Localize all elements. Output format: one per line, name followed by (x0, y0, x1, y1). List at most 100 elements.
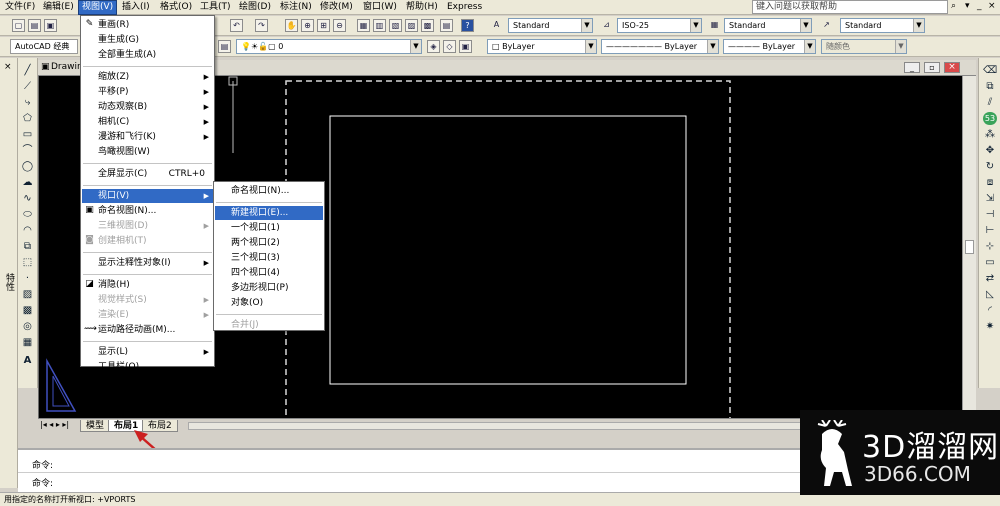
menu-insert[interactable]: 插入(I) (119, 1, 153, 14)
zoom-window-icon[interactable]: ⊞ (317, 19, 330, 32)
mirror-icon[interactable]: ⫽ (983, 96, 997, 109)
tool-palettes-icon[interactable]: ▧ (389, 19, 402, 32)
color-select[interactable]: □ ByLayer ▼ (487, 39, 597, 54)
plot-style-select[interactable]: 随颜色 ▼ (821, 39, 907, 54)
calculator-icon[interactable]: ▤ (440, 19, 453, 32)
break-icon[interactable]: ▭ (983, 256, 997, 269)
view-menu-item[interactable]: 动态观察(B) ▶ (82, 100, 213, 114)
scale-icon[interactable]: ⧈ (983, 176, 997, 189)
region-icon[interactable]: ◎ (21, 320, 34, 333)
ellipse-arc-icon[interactable]: ◠ (21, 224, 34, 237)
layer-manager-icon[interactable]: ▤ (218, 40, 231, 53)
minimize-icon[interactable]: _ (904, 62, 920, 73)
layer-previous-icon[interactable]: ◇ (443, 40, 456, 53)
chevron-down-icon[interactable]: ▼ (581, 19, 592, 32)
view-menu-item[interactable]: 缩放(Z) ▶ (82, 70, 213, 84)
close-icon[interactable]: × (944, 62, 960, 73)
workspace-select[interactable]: AutoCAD 经典 (10, 39, 78, 54)
scroll-thumb[interactable] (965, 240, 974, 254)
redo-icon[interactable]: ↷ (255, 19, 268, 32)
mleader-style-select[interactable]: Standard ▼ (840, 18, 925, 33)
trim-icon[interactable]: ⊣ (983, 208, 997, 221)
chevron-down-icon[interactable]: ▼ (913, 19, 924, 32)
panel-close-icon[interactable]: × (4, 62, 12, 72)
chevron-down-icon[interactable]: ▼ (690, 19, 701, 32)
view-menu-item[interactable]: 平移(P) ▶ (82, 85, 213, 99)
stretch-icon[interactable]: ⇲ (983, 192, 997, 205)
fillet-icon[interactable]: ◜ (983, 304, 997, 317)
revision-cloud-icon[interactable]: ☁ (21, 176, 34, 189)
menu-view[interactable]: 视图(V) (77, 0, 118, 15)
table-icon[interactable]: ▦ (21, 336, 34, 349)
menu-dimension[interactable]: 标注(N) (277, 1, 315, 14)
minimize-icon[interactable]: _ (977, 1, 982, 11)
view-menu-item[interactable]: 漫游和飞行(K) ▶ (82, 130, 213, 144)
vertical-scrollbar[interactable] (962, 76, 976, 421)
polyline-icon[interactable]: ⤷ (21, 96, 34, 109)
help-icon[interactable]: ? (461, 19, 474, 32)
polygon-icon[interactable]: ⬠ (21, 112, 34, 125)
layer-select[interactable]: 💡☀🔓▢ 0 ▼ (236, 39, 422, 54)
viewport-submenu-item[interactable]: 四个视口(4) (215, 266, 323, 280)
viewport-submenu-item[interactable]: 一个视口(1) (215, 221, 323, 235)
make-block-icon[interactable]: ⬚ (21, 256, 34, 269)
ellipse-icon[interactable]: ⬭ (21, 208, 34, 221)
layer-states-icon[interactable]: ▣ (459, 40, 472, 53)
explode-icon[interactable]: ✷ (983, 320, 997, 333)
tab-model[interactable]: 模型 (80, 420, 111, 432)
move-icon[interactable]: ✥ (983, 144, 997, 157)
view-menu-item[interactable]: ✎ 重画(R) (82, 18, 213, 32)
arc-icon[interactable]: ⌒ (21, 144, 34, 157)
table-style-select[interactable]: Standard ▼ (724, 18, 812, 33)
menu-edit[interactable]: 编辑(E) (40, 1, 77, 14)
insert-block-icon[interactable]: ⧉ (21, 240, 34, 253)
pan-icon[interactable]: ✋ (285, 19, 298, 32)
menu-help[interactable]: 帮助(H) (403, 1, 441, 14)
hatch-icon[interactable]: ▨ (21, 288, 34, 301)
menu-tools[interactable]: 工具(T) (197, 1, 234, 14)
view-menu-item[interactable]: ⟿ 运动路径动画(M)... (82, 323, 213, 337)
view-menu-item[interactable]: ▣ 命名视图(N)... (82, 204, 213, 218)
chevron-down-icon[interactable]: ▼ (800, 19, 811, 32)
view-menu-item[interactable]: 全部重生成(A) (82, 48, 213, 62)
dim-style-select[interactable]: ISO-25 ▼ (617, 18, 702, 33)
rectangle-icon[interactable]: ▭ (21, 128, 34, 141)
chevron-down-icon[interactable]: ▼ (585, 40, 596, 53)
sheet-set-icon[interactable]: ▨ (405, 19, 418, 32)
construction-line-icon[interactable]: ⟋ (21, 80, 34, 93)
new-file-icon[interactable]: ▢ (12, 19, 25, 32)
chamfer-icon[interactable]: ◺ (983, 288, 997, 301)
circle-icon[interactable]: ◯ (21, 160, 34, 173)
copy-icon[interactable]: ⧉ (983, 80, 997, 93)
multiline-text-icon[interactable]: A (21, 354, 34, 367)
design-center-icon[interactable]: ▥ (373, 19, 386, 32)
text-style-select[interactable]: Standard ▼ (508, 18, 593, 33)
undo-icon[interactable]: ↶ (230, 19, 243, 32)
open-file-icon[interactable]: ▤ (28, 19, 41, 32)
viewport-submenu-item[interactable]: 对象(O) (215, 296, 323, 310)
restore-icon[interactable]: ▫ (924, 62, 940, 73)
command-input-prompt[interactable]: 命令: (32, 476, 53, 489)
array-icon[interactable]: ⁂ (983, 128, 997, 141)
zoom-realtime-icon[interactable]: ⊕ (301, 19, 314, 32)
menu-format[interactable]: 格式(O) (157, 1, 195, 14)
lineweight-select[interactable]: ———— ByLayer ▼ (723, 39, 816, 54)
chevron-down-icon[interactable]: ▼ (707, 40, 718, 53)
view-menu-item[interactable]: 显示(L) ▶ (82, 345, 213, 359)
gradient-icon[interactable]: ▩ (21, 304, 34, 317)
viewport-submenu-item[interactable]: 三个视口(3) (215, 251, 323, 265)
view-menu-item[interactable]: 重生成(G) (82, 33, 213, 47)
chevron-down-icon[interactable]: ▼ (895, 40, 906, 53)
viewport-submenu-item[interactable]: 多边形视口(P) (215, 281, 323, 295)
point-icon[interactable]: · (21, 272, 34, 285)
menu-file[interactable]: 文件(F) (2, 1, 38, 14)
tab-nav-arrows-icon[interactable]: |◂ ◂ ▸ ▸| (40, 420, 69, 429)
view-menu-item[interactable]: 鸟瞰视图(W) (82, 145, 213, 159)
spline-icon[interactable]: ∿ (21, 192, 34, 205)
erase-icon[interactable]: ⌫ (983, 64, 997, 77)
menu-draw[interactable]: 绘图(D) (236, 1, 274, 14)
viewport-submenu-item[interactable]: 命名视口(N)... (215, 184, 323, 198)
close-icon[interactable]: × (988, 1, 996, 11)
offset-icon[interactable]: 53 (983, 112, 997, 125)
viewport-submenu-item[interactable]: 新建视口(E)... (215, 206, 323, 220)
